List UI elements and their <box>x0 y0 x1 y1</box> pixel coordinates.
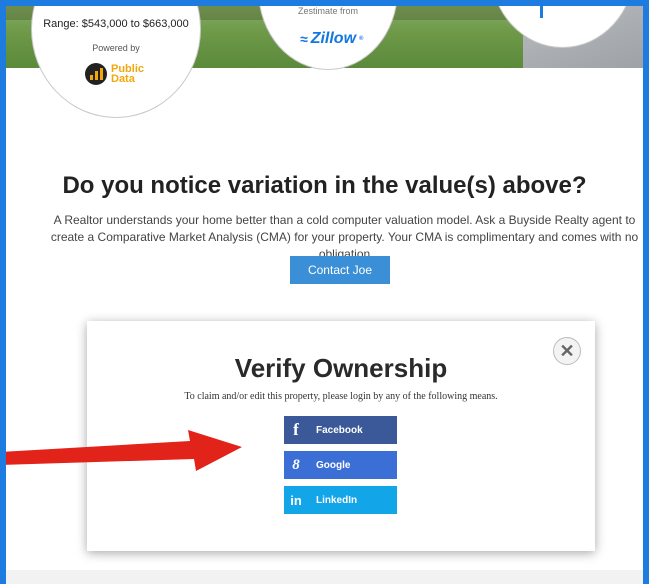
linkedin-icon: in <box>290 492 302 508</box>
publicdata-bars-icon <box>85 63 107 85</box>
zillow-z-icon: ≈ <box>300 31 308 47</box>
zillow-trademark: ® <box>359 36 364 42</box>
google-login-label: Google <box>316 459 351 471</box>
facebook-login-label: Facebook <box>316 424 363 436</box>
third-valuation-bar-icon <box>540 4 543 18</box>
valuation-range: Range: $543,000 to $663,000 <box>43 18 189 30</box>
zillow-wordmark: Zillow <box>310 30 357 47</box>
modal-title: Verify Ownership <box>234 353 448 383</box>
modal-subtitle: To claim and/or edit this property, plea… <box>184 391 498 402</box>
variation-headline: Do you notice variation in the value(s) … <box>62 172 587 199</box>
linkedin-login-button[interactable]: in LinkedIn <box>284 486 397 514</box>
google-icon: 8 <box>292 456 300 473</box>
facebook-login-button[interactable]: f Facebook <box>284 416 397 444</box>
zillow-logo: ≈ Zillow ® <box>300 30 363 48</box>
footer-strip <box>6 570 643 584</box>
powered-by-label: Powered by <box>92 43 140 53</box>
facebook-icon: f <box>293 420 299 439</box>
publicdata-logo-line2: Data <box>111 73 135 85</box>
linkedin-login-label: LinkedIn <box>316 494 358 506</box>
contact-agent-button[interactable]: Contact Joe <box>290 256 390 284</box>
zestimate-from-label: Zestimate from <box>297 6 358 16</box>
red-arrow-annotation-icon <box>0 430 242 471</box>
publicdata-logo: Public Data <box>85 63 144 85</box>
google-login-button[interactable]: 8 Google <box>284 451 397 479</box>
